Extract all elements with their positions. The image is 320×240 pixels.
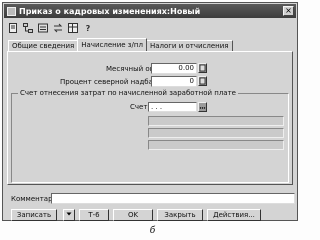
subconto-field-1 <box>148 116 284 126</box>
tree-icon[interactable] <box>22 23 34 34</box>
actions-button[interactable]: Действия... <box>207 209 261 221</box>
list-icon[interactable] <box>37 23 49 34</box>
figure-caption: б <box>149 226 156 236</box>
window-title: Приказ о кадровых изменениях:Новый <box>19 6 201 16</box>
ellipsis-select-icon[interactable] <box>198 102 207 112</box>
close-form-button[interactable]: Закрыть <box>157 209 203 221</box>
close-button[interactable]: × <box>283 6 294 16</box>
record-button[interactable]: Записать <box>11 209 57 221</box>
tab-strip: Общие сведения Начисление з/пл Налоги и … <box>8 38 233 51</box>
cost-account-group: Счет отнесения затрат по начисленной зар… <box>11 89 289 183</box>
calculator-icon[interactable] <box>198 76 207 86</box>
cost-account-group-title: Счет отнесения затрат по начисленной зар… <box>18 89 238 97</box>
table-icon[interactable] <box>67 23 79 34</box>
north-bonus-field[interactable]: 0 <box>151 76 197 87</box>
t6-button[interactable]: Т-6 <box>79 209 109 221</box>
title-bar: Приказ о кадровых изменениях:Новый × <box>4 4 296 18</box>
document-icon[interactable] <box>7 23 19 34</box>
toolbar: ? <box>7 21 94 35</box>
subconto-field-3 <box>148 140 284 150</box>
calculator-icon[interactable] <box>198 63 207 73</box>
monthly-salary-field[interactable]: 0.00 <box>151 63 197 74</box>
help-icon[interactable]: ? <box>82 23 94 34</box>
tab-general[interactable]: Общие сведения <box>8 40 79 51</box>
order-window: Приказ о кадровых изменениях:Новый × ? О… <box>2 2 298 221</box>
ok-button[interactable]: OK <box>113 209 153 221</box>
comment-field[interactable] <box>51 193 295 204</box>
arrows-icon[interactable] <box>52 23 64 34</box>
dropdown-arrow-icon[interactable] <box>63 209 75 221</box>
window-icon <box>7 6 16 16</box>
account-label: Счет: <box>130 103 150 111</box>
tab-payroll[interactable]: Начисление з/пл <box>77 38 147 51</box>
subconto-field-2 <box>148 128 284 138</box>
tab-taxes[interactable]: Налоги и отчисления <box>145 40 233 51</box>
account-field[interactable]: . . . <box>148 102 197 112</box>
